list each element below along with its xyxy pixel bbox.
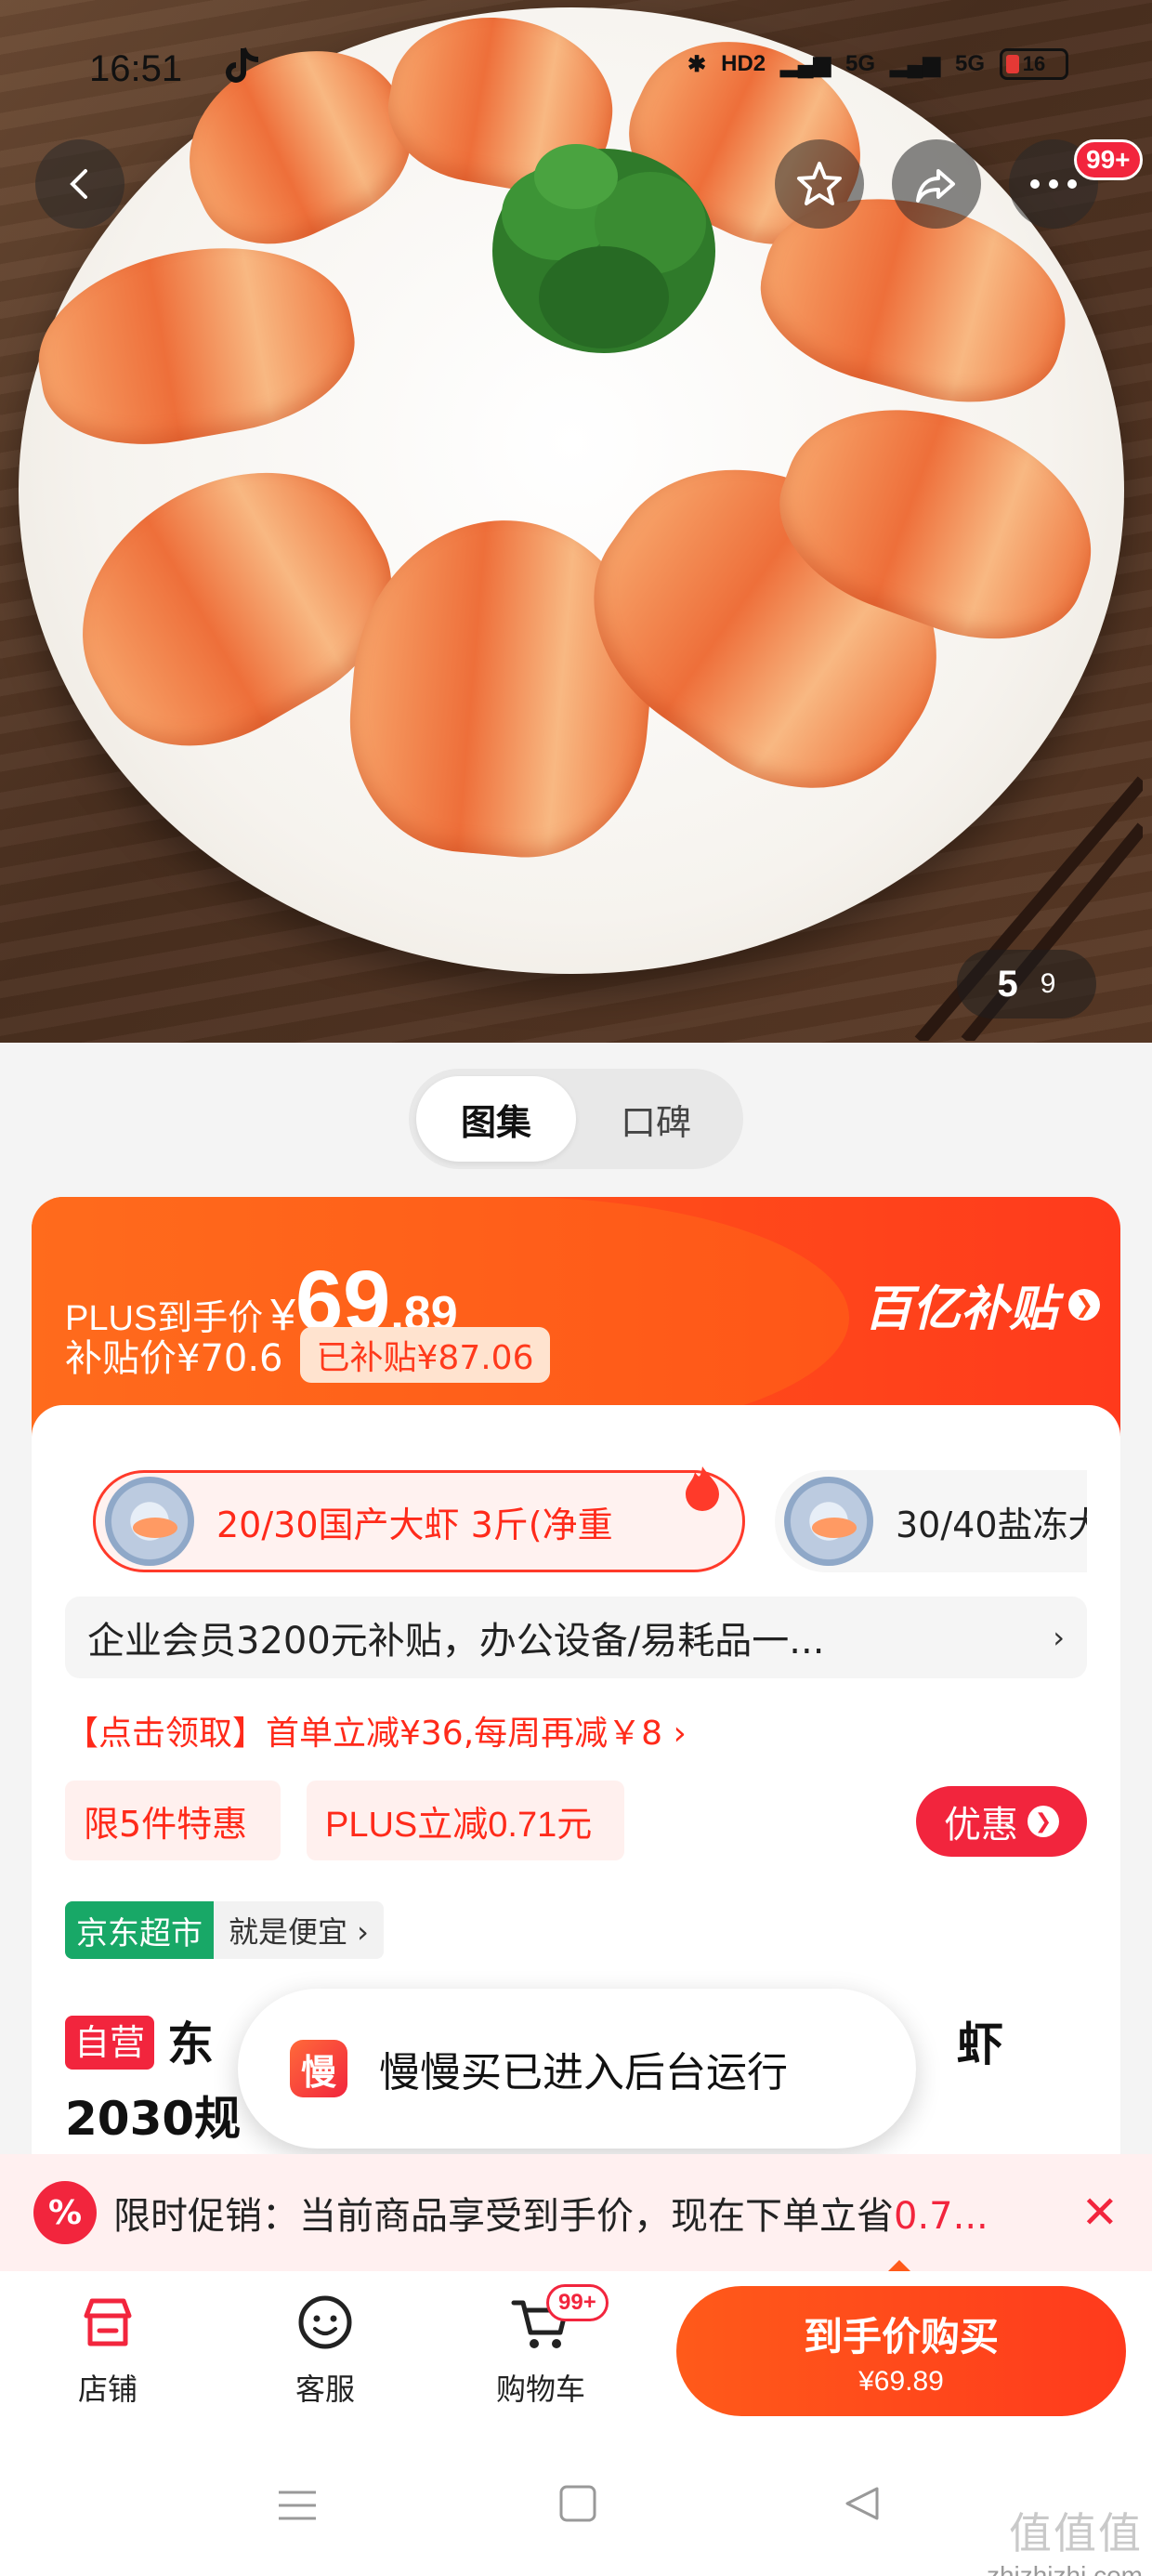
sku-thumbnail — [105, 1477, 194, 1566]
share-icon — [916, 169, 955, 203]
status-time: 16:51 — [89, 48, 183, 89]
chevron-right-icon: › — [1053, 1620, 1065, 1655]
jd-slogan: 就是便宜 › — [229, 1914, 369, 1950]
back-arrow-icon — [70, 169, 87, 199]
title-line1-start: 东 — [167, 2017, 215, 2071]
shop-button[interactable]: 店铺 — [43, 2290, 173, 2409]
tab-gallery[interactable]: 图集 — [416, 1076, 576, 1162]
status-bar: 16:51 ✱ HD2 ▂▄▆ 5G ▂▄▆ 5G 16 — [0, 0, 1152, 130]
tiktok-icon — [226, 47, 259, 83]
chevron-right-icon: ❯ — [1028, 1806, 1059, 1837]
promo-text: 限时促销：当前商品享受到手价，现在下单立省0.7... — [113, 2186, 1063, 2240]
tab-reviews[interactable]: 口碑 — [576, 1076, 736, 1162]
program-logo: 百亿补贴 — [863, 1281, 1057, 1337]
plus-discount-tag: PLUS立减0.71元 — [307, 1781, 624, 1860]
percent-icon: % — [33, 2181, 97, 2244]
parsley-garnish — [492, 144, 715, 353]
hd-indicator: HD2 — [721, 51, 766, 76]
system-navigation-bar — [0, 2446, 1152, 2576]
promo-main-text: 限时促销：当前商品享受到手价，现在下单立省 — [113, 2195, 894, 2238]
price-banner: PLUS到手价 ¥ 69 .89 补贴价¥70.6 已补贴¥87.06 百亿补贴… — [32, 1197, 1120, 1439]
gallery-tab-switch: 图集 口碑 — [409, 1069, 743, 1169]
sku-option-selected[interactable]: 20/30国产大虾 3斤(净重 — [93, 1470, 745, 1572]
discount-button[interactable]: 优惠 ❯ — [916, 1786, 1087, 1857]
jd-supermarket-tag[interactable]: 京东超市 就是便宜 › — [65, 1901, 384, 1959]
customer-service-button[interactable]: 客服 — [260, 2290, 390, 2409]
subsidy-line: 补贴价¥70.6 已补贴¥87.06 — [65, 1327, 551, 1383]
subsidized-amount: 已补贴¥87.06 — [299, 1327, 551, 1383]
background-toast: 慢 慢慢买已进入后台运行 — [238, 1989, 916, 2149]
promo-highlight: 0.7... — [894, 2195, 988, 2238]
sku-label: 20/30国产大虾 3斤(净重 — [216, 1504, 613, 1545]
cart-button[interactable]: 99+ 购物车 — [476, 2284, 609, 2409]
signal-icon: ▂▄▆ — [780, 51, 831, 77]
title-line2: 2030规 — [65, 2092, 242, 2146]
watermark-text: zhizhizhi.com — [986, 2561, 1143, 2576]
favorite-button[interactable] — [775, 139, 864, 229]
product-page: { "status_bar": { "time": "16:51", "netw… — [0, 0, 1152, 2576]
battery-level: 16 — [1022, 52, 1046, 75]
share-button[interactable] — [892, 139, 981, 229]
service-label: 客服 — [295, 2372, 355, 2407]
close-icon[interactable]: ✕ — [1081, 2187, 1119, 2239]
discount-button-label: 优惠 — [944, 1804, 1018, 1847]
enterprise-text: 企业会员3200元补贴，办公设备/易耗品一... — [87, 1620, 825, 1663]
image-total: 9 — [1040, 968, 1056, 999]
star-icon — [797, 162, 842, 205]
jd-store-label: 京东超市 — [65, 1901, 214, 1959]
enterprise-member-banner[interactable]: 企业会员3200元补贴，办公设备/易耗品一... › — [65, 1597, 1087, 1678]
billion-subsidy-link[interactable]: 百亿补贴 ❯ — [864, 1269, 1100, 1339]
buy-now-button[interactable]: 到手价购买 ¥69.89 — [676, 2286, 1126, 2416]
signal-label: 5G — [845, 51, 876, 76]
sku-selector: 20/30国产大虾 3斤(净重 30/40盐冻大虾 — [61, 1465, 1087, 1576]
self-operated-badge: 自营 — [65, 2016, 155, 2070]
signal-icon: ▂▄▆ — [890, 51, 940, 77]
home-icon[interactable] — [557, 2483, 598, 2524]
buy-button-label: 到手价购买 — [803, 2313, 999, 2359]
watermark-logo: 值值值 — [1009, 2509, 1143, 2557]
message-badge: 99+ — [1074, 139, 1143, 180]
cart-label: 购物车 — [495, 2372, 585, 2407]
image-counter: 5 9 — [957, 950, 1096, 1019]
coupon-claim-link[interactable]: 【点击领取】首单立减¥36,每周再减￥8 › — [65, 1706, 687, 1755]
bottom-action-bar: 店铺 客服 99+ 购物车 到手价购买 ¥69.89 — [0, 2271, 1152, 2446]
cart-count-badge: 99+ — [546, 2284, 609, 2321]
chevron-right-icon: ❯ — [1068, 1288, 1100, 1321]
signal-label: 5G — [954, 51, 985, 76]
bluetooth-icon: ✱ — [687, 51, 707, 77]
shop-label: 店铺 — [77, 2372, 137, 2407]
limited-promo-bar[interactable]: % 限时促销：当前商品享受到手价，现在下单立省0.7... ✕ — [0, 2154, 1152, 2271]
sku-label: 30/40盐冻大虾 — [896, 1504, 1087, 1545]
menu-icon[interactable] — [275, 2483, 320, 2528]
service-smile-icon — [298, 2295, 352, 2349]
product-image[interactable]: 16:51 ✱ HD2 ▂▄▆ 5G ▂▄▆ 5G 16 99+ 5 9 — [0, 0, 1152, 1043]
watermark: 值值值 zhizhizhi.com — [987, 2500, 1143, 2576]
manmanmai-app-icon: 慢 — [290, 2040, 347, 2097]
back-icon[interactable] — [842, 2483, 883, 2524]
store-icon — [84, 2298, 132, 2346]
toast-message: 慢慢买已进入后台运行 — [379, 2049, 788, 2096]
sku-option[interactable]: 30/40盐冻大虾 — [775, 1470, 1087, 1572]
more-dots-icon — [1030, 179, 1077, 189]
back-button[interactable] — [35, 139, 124, 229]
title-line1-end: 虾 — [957, 2017, 1004, 2071]
subsidy-price: 补贴价¥70.6 — [65, 1337, 283, 1380]
status-icons: ✱ HD2 ▂▄▆ 5G ▂▄▆ 5G 16 — [687, 48, 1068, 80]
sku-thumbnail — [784, 1477, 873, 1566]
battery-icon: 16 — [1000, 48, 1068, 80]
buy-button-price: ¥69.89 — [858, 2365, 944, 2397]
limit-offer-tag: 限5件特惠 — [65, 1781, 281, 1860]
image-index: 5 — [997, 963, 1018, 1005]
hot-flame-icon — [686, 1466, 719, 1511]
